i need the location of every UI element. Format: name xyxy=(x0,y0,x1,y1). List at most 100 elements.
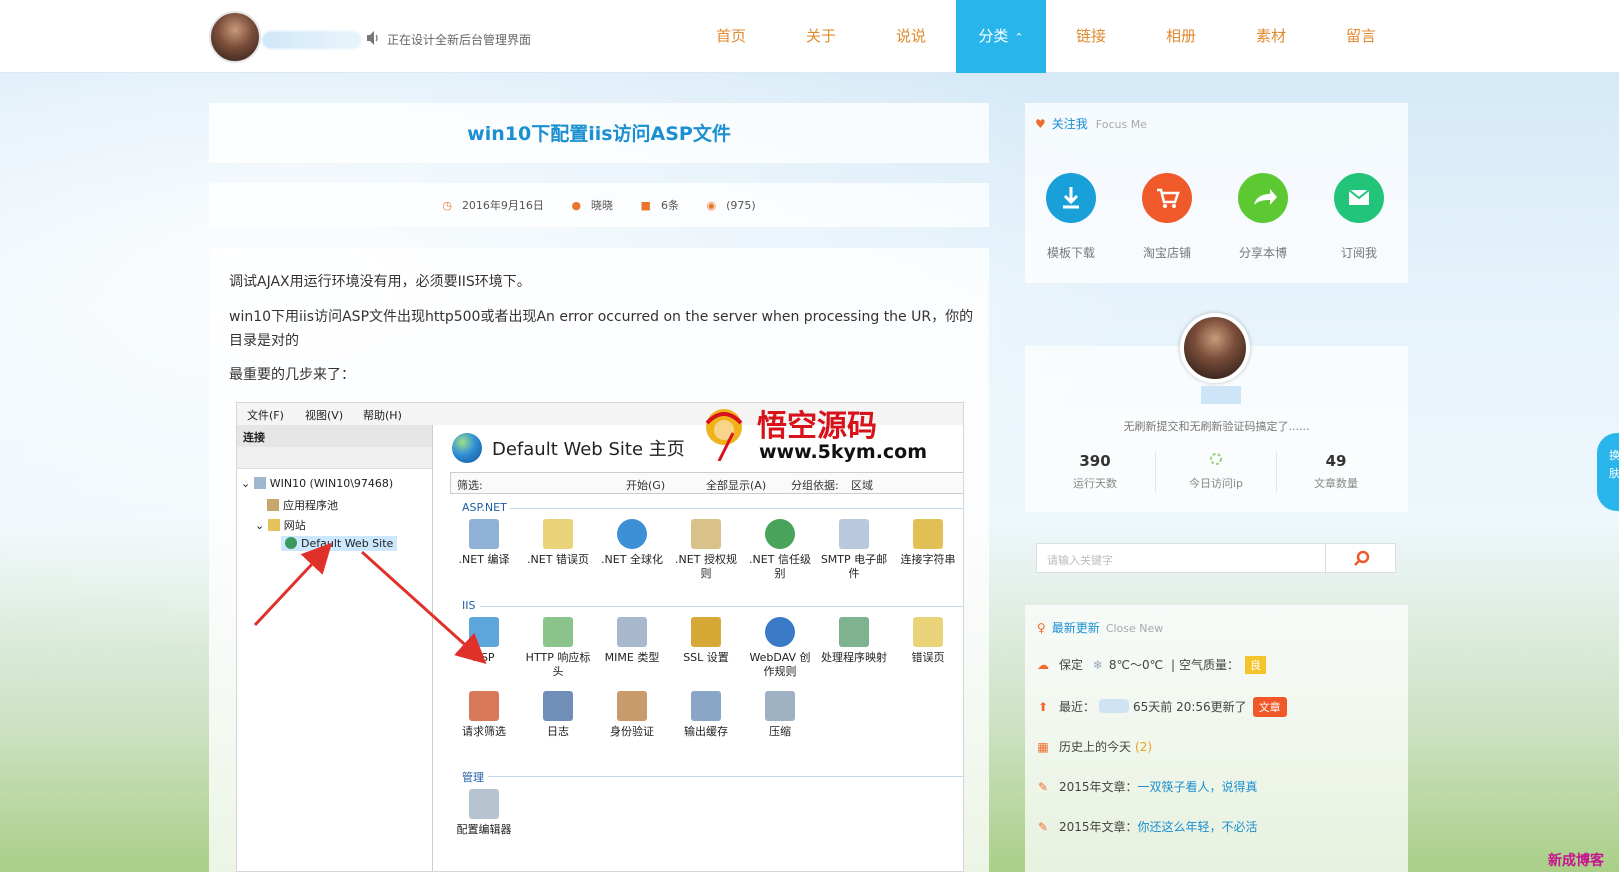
search-icon xyxy=(1354,550,1370,566)
history-today-line[interactable]: ▦ 历史上的今天 (2) xyxy=(1037,738,1152,755)
iis-tree-server-label: WIN10 (WIN10\97468) xyxy=(269,477,394,490)
iis-feature-label: .NET 错误页 xyxy=(527,553,589,566)
iis-feature-label: 压缩 xyxy=(769,725,791,738)
stat-article-count-value: 49 xyxy=(1325,452,1347,470)
latest-label: 最近： xyxy=(1059,700,1096,714)
template-download-label: 模板下载 xyxy=(1046,246,1095,260)
template-download-button[interactable] xyxy=(1046,173,1096,223)
share-icon xyxy=(1254,189,1277,205)
iis-feature-label: 处理程序映射 xyxy=(821,651,887,664)
weather-city: 保定 xyxy=(1059,658,1084,672)
iis-group-aspnet: ASP.NET xyxy=(462,501,507,514)
config-icon xyxy=(469,789,499,819)
user-icon xyxy=(617,691,647,721)
profile-description: 无刷新提交和无刷新验证码搞定了...... xyxy=(1123,420,1310,433)
article1-link[interactable]: 一双筷子看人，说得真 xyxy=(1138,780,1258,794)
arrow-up-icon: ⬆ xyxy=(1037,700,1049,714)
lock-icon xyxy=(691,519,721,549)
mail-icon xyxy=(1348,189,1370,205)
mail-icon xyxy=(839,519,869,549)
nav-talk[interactable]: 说说 xyxy=(866,0,956,73)
weather-line: ☁ 保定 ❄ 8℃～0℃ | 空气质量： 良 xyxy=(1037,656,1267,674)
nav-album[interactable]: 相册 xyxy=(1136,0,1226,73)
skin-switch-tab[interactable]: 换肤 xyxy=(1597,433,1619,511)
weather-air-label: 空气质量： xyxy=(1179,658,1240,672)
globe-icon xyxy=(285,537,297,549)
chevron-up-icon: ⌃ xyxy=(1014,31,1024,44)
iis-menu-view: 视图(V) xyxy=(305,409,344,422)
iis-feature-net-auth: .NET 授权规则 xyxy=(670,519,742,581)
recent-updates-panel: ♀ 最新更新 Close New ☁ 保定 ❄ 8℃～0℃ | 空气质量： 良 ⬆ 最近： 65… xyxy=(1025,605,1408,872)
corner-watermark: 新成博客 xyxy=(1548,853,1604,869)
cache-icon xyxy=(691,691,721,721)
nav-materials[interactable]: 素材 xyxy=(1226,0,1316,73)
iis-feature-authentication: 身份验证 xyxy=(596,691,668,739)
folder-icon xyxy=(267,519,280,531)
iis-feature-label: SMTP 电子邮件 xyxy=(820,553,888,580)
article1-prefix: 2015年文章： xyxy=(1059,780,1138,794)
cloud-icon: ☁ xyxy=(1037,658,1049,672)
search-input[interactable]: 请输入关键字 xyxy=(1036,543,1326,573)
recent-header: ♀ 最新更新 Close New xyxy=(1037,619,1163,636)
loading-spinner-icon xyxy=(1210,453,1222,465)
iis-filter-show-all: 全部显示(A) xyxy=(706,479,767,492)
subscribe-button[interactable] xyxy=(1334,173,1384,223)
article-line-2: ✎ 2015年文章：你还这么年轻，不必活 xyxy=(1037,818,1258,835)
main-nav: 首页 关于 说说 分类 ⌃ 链接 相册 素材 留言 xyxy=(686,0,1406,73)
iis-feature-label: 日志 xyxy=(547,725,569,738)
nav-links[interactable]: 链接 xyxy=(1046,0,1136,73)
share-blog-label: 分享本博 xyxy=(1238,246,1287,260)
iis-feature-config-editor: 配置编辑器 xyxy=(448,789,520,837)
post-views: (975) xyxy=(726,199,756,212)
profile-avatar[interactable] xyxy=(1180,313,1250,383)
stat-run-days-value: 390 xyxy=(1079,452,1111,470)
iis-feature-label: 错误页 xyxy=(911,651,945,664)
iis-feature-error-pages: 错误页 xyxy=(892,617,963,665)
iis-feature-net-error: .NET 错误页 xyxy=(522,519,594,567)
iis-group-iis: IIS xyxy=(462,599,476,612)
iis-connections-pane: 连接 ⌄ WIN10 (WIN10\97468) 应用程序池 ⌄ 网站 Defa… xyxy=(237,425,433,871)
iis-feature-webdav: WebDAV 创作规则 xyxy=(744,617,816,679)
iis-feature-label: .NET 编译 xyxy=(458,553,510,566)
handler-icon xyxy=(839,617,869,647)
nav-home[interactable]: 首页 xyxy=(686,0,776,73)
nav-category[interactable]: 分类 ⌃ xyxy=(956,0,1046,73)
post-meta-panel: ◷ 2016年9月16日 ● 晓晓 ■ 6条 ◉ (975) xyxy=(209,183,989,227)
article2-link[interactable]: 你还这么年轻，不必活 xyxy=(1138,820,1258,834)
search-button[interactable] xyxy=(1326,543,1396,573)
share-blog-button[interactable] xyxy=(1238,173,1288,223)
blurred-name xyxy=(1099,699,1130,713)
log-icon xyxy=(543,691,573,721)
post-title: win10下配置iis访问ASP文件 xyxy=(467,123,731,145)
speaker-icon xyxy=(367,31,378,45)
history-label: 历史上的今天 xyxy=(1059,740,1132,754)
iis-menu-help: 帮助(H) xyxy=(363,409,402,422)
monkey-logo-icon xyxy=(705,409,743,461)
article-badge[interactable]: 文章 xyxy=(1252,697,1287,717)
latest-update-line: ⬆ 最近： 65天前 20:56更新了 文章 xyxy=(1037,697,1287,717)
post-author[interactable]: 晓晓 xyxy=(591,199,613,212)
edit-icon: ✎ xyxy=(1037,780,1049,794)
post-comments[interactable]: 6条 xyxy=(661,199,679,212)
iis-features-pane: Default Web Site 主页 筛选: 开始(G) 全部显示(A) 分组… xyxy=(440,425,963,871)
nav-guestbook[interactable]: 留言 xyxy=(1316,0,1406,73)
iis-feature-request-filter: 请求筛选 xyxy=(448,691,520,739)
article-line-1: ✎ 2015年文章：一双筷子看人，说得真 xyxy=(1037,778,1258,795)
taobao-store-label: 淘宝店铺 xyxy=(1142,246,1191,260)
iis-feature-label: MIME 类型 xyxy=(604,651,660,664)
taobao-store-button[interactable] xyxy=(1142,173,1192,223)
history-count: (2) xyxy=(1135,740,1153,754)
iis-feature-smtp: SMTP 电子邮件 xyxy=(818,519,890,581)
iis-group-divider xyxy=(510,508,963,509)
chevron-down-icon: ⌄ xyxy=(255,519,268,532)
download-icon xyxy=(1063,187,1079,209)
site-avatar[interactable] xyxy=(209,11,261,63)
nav-about[interactable]: 关于 xyxy=(776,0,866,73)
heart-icon: ♥ xyxy=(1035,117,1046,131)
webdav-icon xyxy=(765,617,795,647)
follow-me-panel: ♥ 关注我 Focus Me 模板下载 淘宝店铺 分享本博 订阅我 xyxy=(1025,103,1408,283)
compress-icon xyxy=(765,691,795,721)
iis-feature-label: 连接字符串 xyxy=(900,553,956,566)
server-icon xyxy=(253,477,266,489)
iis-site-header: Default Web Site 主页 xyxy=(440,433,685,463)
